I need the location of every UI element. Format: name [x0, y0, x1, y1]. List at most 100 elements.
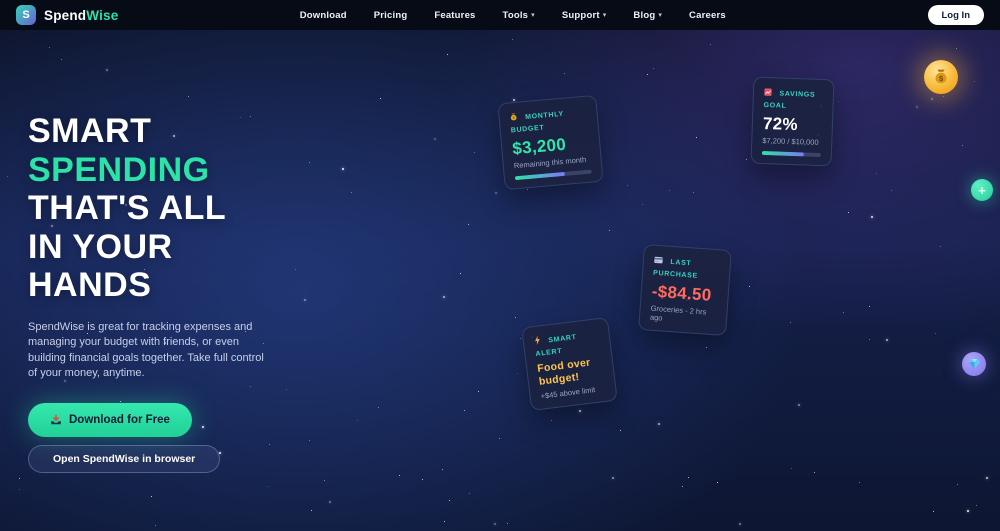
star: [658, 423, 660, 425]
star: [422, 479, 423, 480]
nav-item-blog[interactable]: Blog ▾: [633, 10, 662, 21]
star: [19, 489, 20, 490]
brand-logo[interactable]: S SpendWise: [16, 5, 118, 25]
login-button[interactable]: Log In: [927, 5, 984, 25]
star: [688, 477, 689, 478]
star: [976, 505, 977, 506]
hero-section: SMART SPENDING THAT'S ALL IN YOUR HANDS …: [28, 112, 318, 473]
star: [399, 475, 400, 476]
star: [717, 482, 718, 483]
headline-line-accent: SPENDING: [28, 150, 210, 189]
star: [351, 192, 352, 193]
star: [693, 192, 694, 193]
last-purchase-card: LAST PURCHASE -$84.50 Groceries - 2 hrs …: [638, 244, 732, 336]
star: [798, 404, 800, 406]
star: [478, 391, 479, 392]
chevron-down-icon: ▾: [602, 12, 607, 19]
star: [468, 224, 469, 225]
star: [642, 204, 643, 205]
plus-icon: +: [978, 182, 986, 198]
star: [916, 106, 918, 108]
spendwise-landing-page: S SpendWise Download Pricing Features To…: [0, 0, 1000, 531]
star: [609, 230, 610, 231]
star: [843, 312, 844, 313]
star: [469, 493, 470, 494]
star: [943, 96, 944, 97]
nav-item-support[interactable]: Support ▾: [562, 10, 607, 21]
star: [739, 523, 741, 525]
star: [886, 339, 888, 341]
star: [706, 347, 707, 348]
star: [869, 306, 870, 307]
star: [682, 486, 683, 487]
star: [513, 99, 515, 101]
star: [940, 246, 941, 247]
star: [814, 472, 815, 473]
star: [495, 192, 497, 194]
main-nav: Download Pricing Features Tools ▾ Support…: [300, 0, 726, 30]
star: [935, 333, 936, 334]
logo-s-icon: S: [16, 5, 36, 25]
inbox-tray-icon: [50, 414, 62, 426]
star: [653, 68, 654, 69]
star: [962, 145, 963, 146]
nav-item-pricing[interactable]: Pricing: [374, 10, 408, 21]
star: [790, 322, 791, 323]
cta-row: Download for Free Open SpendWise in brow…: [28, 382, 318, 473]
star: [380, 98, 381, 99]
brand-name: SpendWise: [44, 7, 119, 23]
progress-bar: [514, 169, 592, 181]
star: [517, 373, 518, 374]
card-caption: $7,200 / $10,000: [762, 135, 819, 147]
navbar: S SpendWise Download Pricing Features To…: [0, 0, 1000, 30]
chevron-down-icon: ▾: [531, 12, 535, 19]
savings-goal-card: SAVINGS GOAL 72% $7,200 / $10,000: [750, 76, 835, 167]
headline-line: THAT'S ALL: [28, 189, 227, 227]
star: [527, 189, 528, 190]
star: [447, 54, 448, 55]
star: [434, 138, 436, 140]
chart-up-icon: [764, 82, 780, 100]
star: [931, 98, 933, 100]
star: [967, 510, 969, 512]
star: [869, 339, 870, 340]
star: [342, 168, 344, 170]
star: [956, 48, 957, 49]
star: [520, 338, 521, 339]
headline-line: IN YOUR: [28, 227, 173, 266]
star: [443, 296, 445, 298]
star: [859, 482, 860, 483]
monthly-budget-card: $ MONTHLY BUDGET $3,200 Remaining this m…: [497, 94, 604, 191]
star: [324, 480, 325, 481]
star: [986, 477, 988, 479]
gem-icon: [968, 359, 980, 369]
nav-item-careers[interactable]: Careers: [689, 10, 726, 21]
nav-item-features[interactable]: Features: [434, 10, 475, 21]
star: [494, 523, 496, 525]
smart-alert-card: SMART ALERT Food over budget! +$45 above…: [521, 317, 618, 411]
add-button[interactable]: +: [971, 179, 993, 201]
star: [838, 101, 839, 102]
star: [442, 469, 443, 470]
star: [564, 73, 565, 74]
money-bag-icon: $: [509, 106, 526, 124]
download-free-button[interactable]: Download for Free: [28, 402, 192, 437]
progress-bar: [761, 150, 821, 158]
star: [620, 430, 621, 431]
gem-button[interactable]: [962, 352, 986, 376]
star: [449, 500, 450, 501]
star: [499, 438, 500, 439]
star: [791, 468, 792, 469]
star: [329, 501, 331, 503]
money-bag-coin-icon: $: [924, 60, 958, 94]
headline-line: SMART: [28, 112, 152, 150]
hero-description: SpendWise is great for tracking expenses…: [28, 320, 264, 380]
open-in-browser-button[interactable]: Open SpendWise in browser: [28, 444, 221, 473]
nav-item-tools[interactable]: Tools ▾: [503, 10, 535, 21]
star: [507, 523, 508, 524]
star: [357, 420, 358, 421]
chevron-down-icon: ▾: [658, 12, 663, 19]
card-value: -$84.50: [651, 281, 713, 305]
star: [551, 420, 552, 421]
nav-item-download[interactable]: Download: [300, 10, 347, 21]
